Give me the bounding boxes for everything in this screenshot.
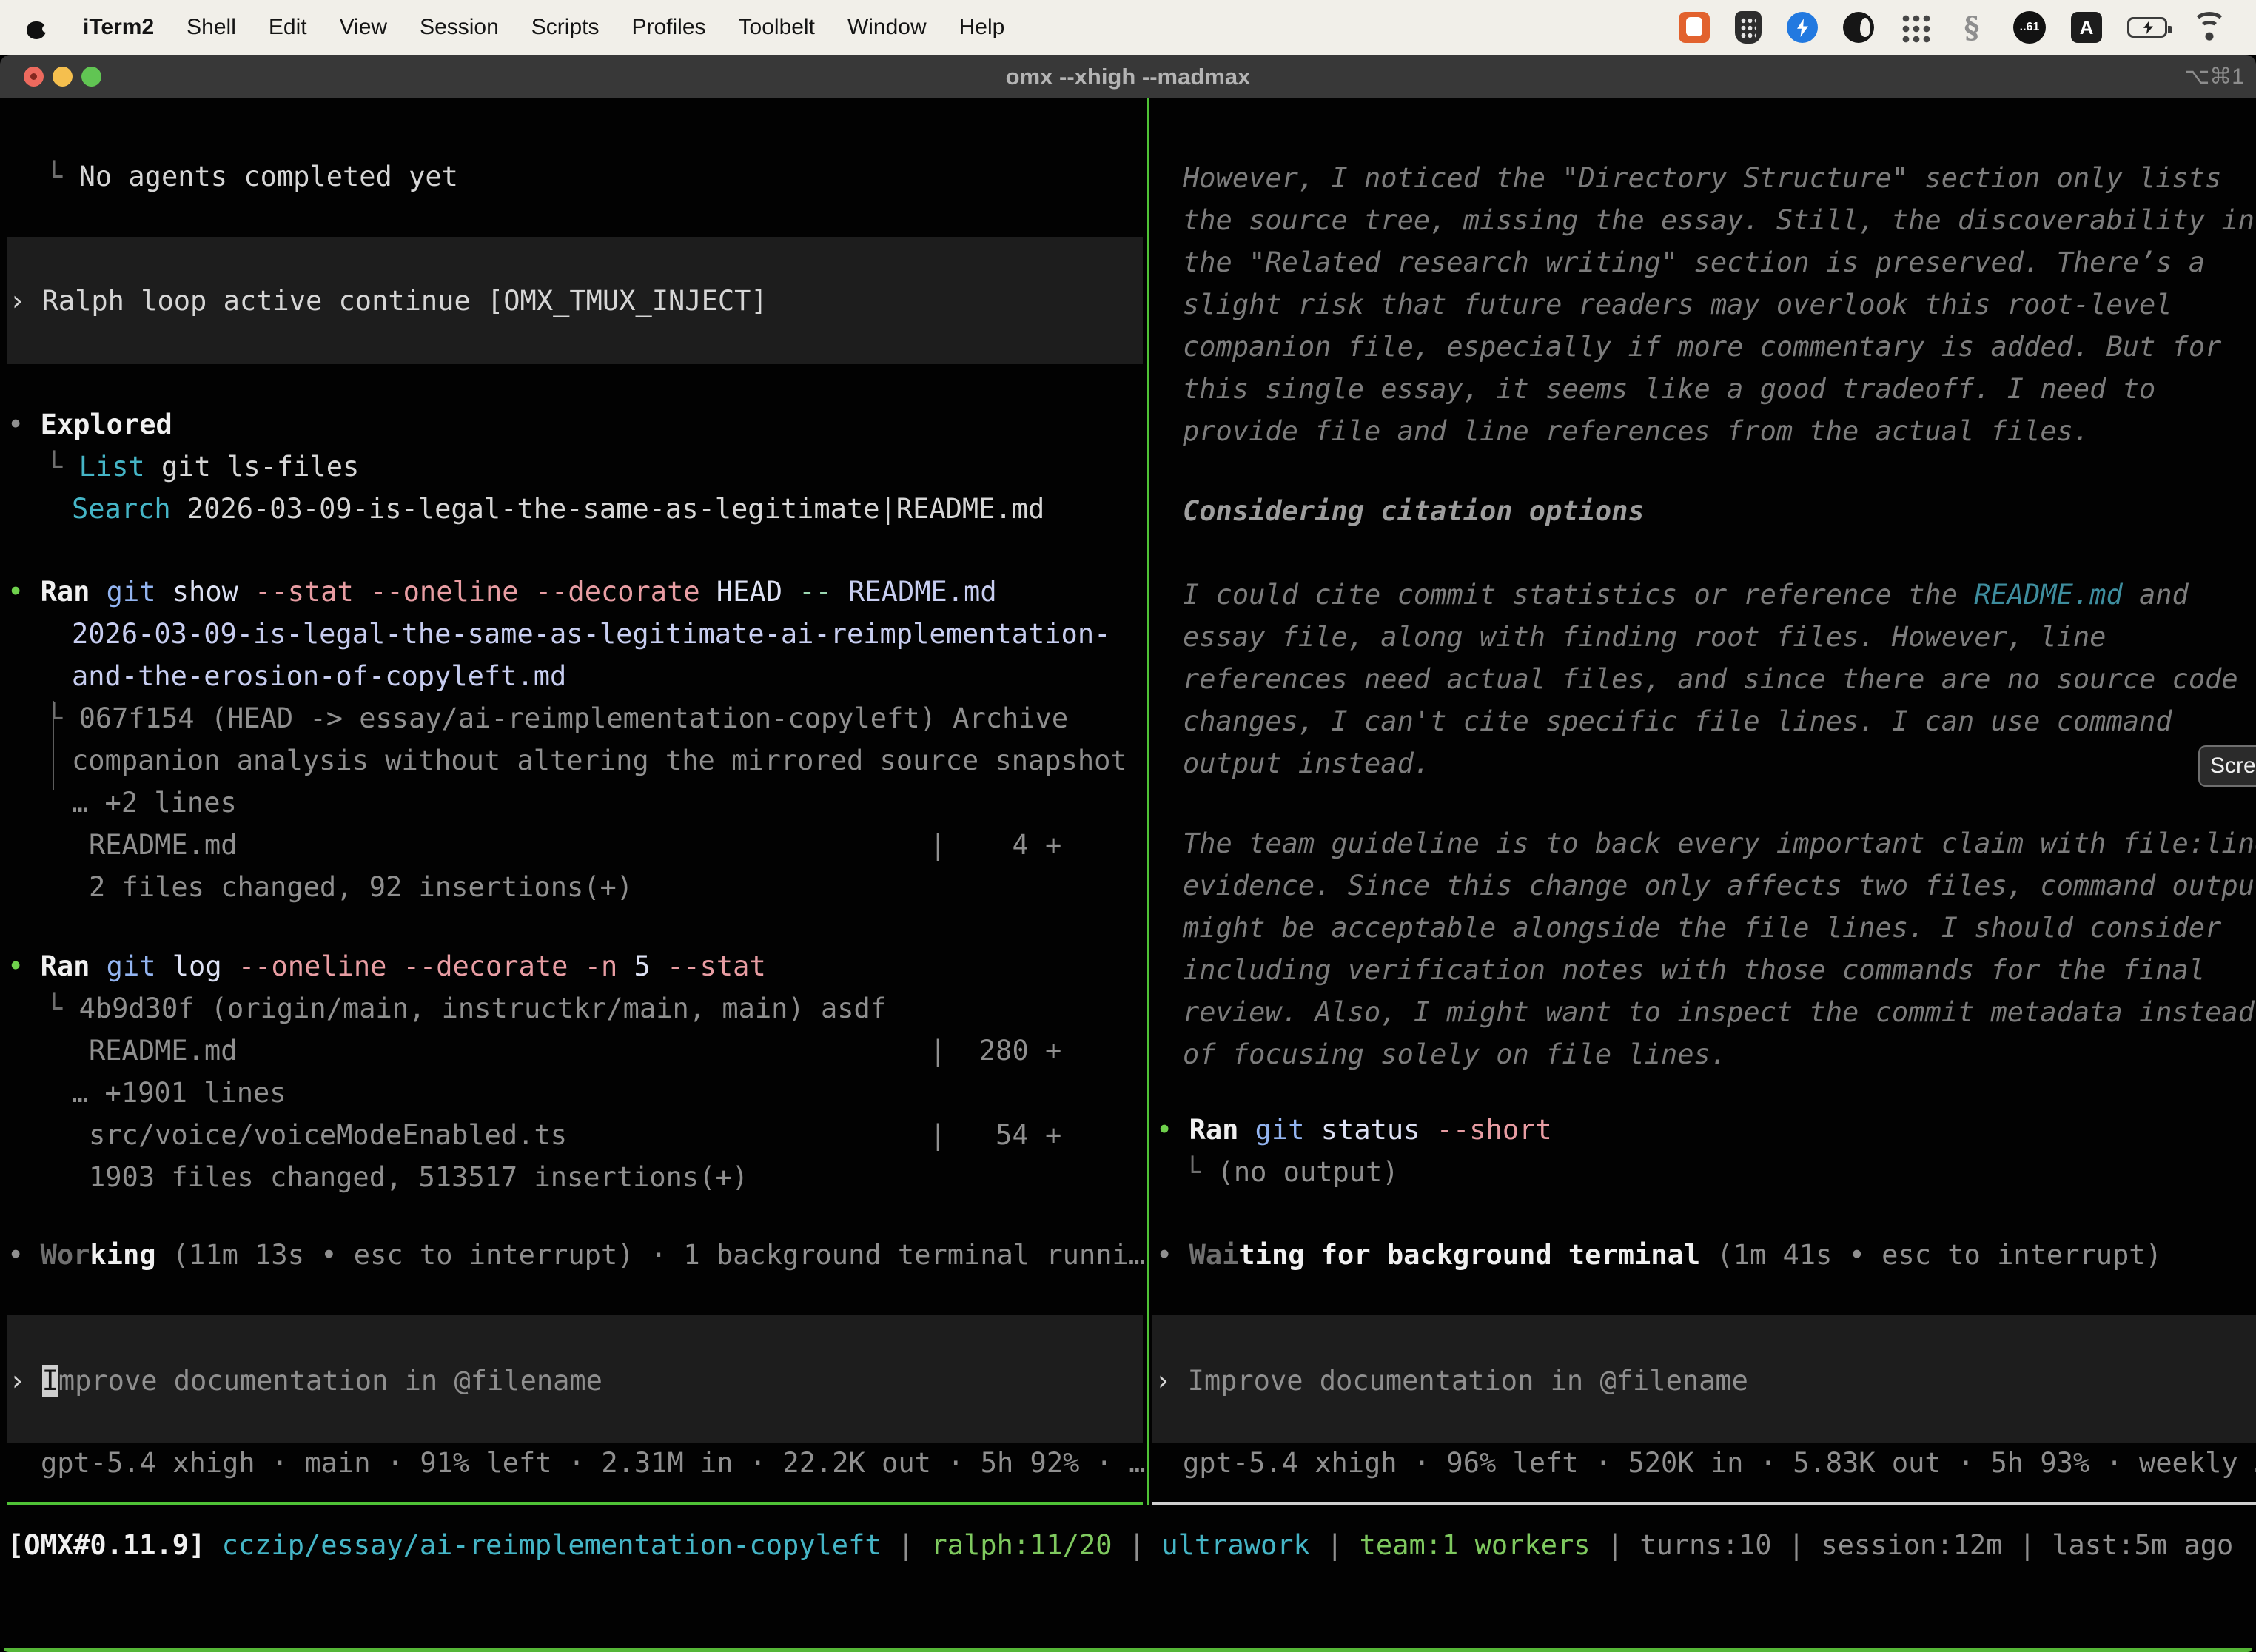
text-segment: [OMX#0.11.9] <box>7 1529 222 1561</box>
screen-share-tooltip[interactable]: Scre <box>2198 745 2256 787</box>
menu-item-profiles[interactable]: Profiles <box>631 15 705 40</box>
omx-status-line: [OMX#0.11.9] cczip/essay/ai-reimplementa… <box>7 1525 2233 1566</box>
tmux-status-bar: [omx-cczip0:bash* "MacBook-Pro-44.local"… <box>4 1648 2252 1652</box>
icon-label: ..61 <box>2020 21 2040 34</box>
menu-item-session[interactable]: Session <box>420 15 499 40</box>
icon-label: A <box>2080 16 2094 39</box>
screenshot-capture-icon[interactable] <box>1679 12 1710 43</box>
menu-item-view[interactable]: View <box>340 15 387 40</box>
apple-menu-icon[interactable] <box>27 16 46 39</box>
shield-grid-icon[interactable] <box>1735 11 1762 44</box>
menu-status-icons: ..61 A <box>1679 11 2256 44</box>
text-segment: | <box>1310 1529 1360 1561</box>
menu-item-help[interactable]: Help <box>959 15 1005 40</box>
text-segment: ultrawork <box>1161 1529 1309 1561</box>
window-title: omx --xhigh --madmax <box>0 55 2256 98</box>
blue-wave-icon[interactable] <box>1787 12 1818 43</box>
input-source-icon[interactable]: A <box>2071 12 2102 43</box>
text-segment: ralph:11/20 <box>930 1529 1112 1561</box>
count-badge-icon[interactable]: ..61 <box>2013 11 2046 44</box>
battery-icon[interactable] <box>2127 17 2167 38</box>
menu-item-window[interactable]: Window <box>847 15 927 40</box>
text-segment: | <box>882 1529 931 1561</box>
menu-item-iterm2[interactable]: iTerm2 <box>83 15 154 40</box>
text-segment: | <box>1112 1529 1162 1561</box>
pie-crescent-icon[interactable] <box>1843 12 1874 43</box>
menu-left: iTerm2 Shell Edit View Session Scripts Profile… <box>0 15 1004 40</box>
window-shortcut-badge: ⌥⌘1 <box>2184 55 2244 98</box>
omx-status-bar: [OMX#0.11.9] cczip/essay/ai-reimplementa… <box>0 98 2256 1652</box>
menu-item-edit[interactable]: Edit <box>269 15 307 40</box>
text-segment: team:1 workers <box>1360 1529 1591 1561</box>
menu-item-scripts[interactable]: Scripts <box>531 15 600 40</box>
menu-item-toolbelt[interactable]: Toolbelt <box>739 15 815 40</box>
iterm-window: omx --xhigh --madmax ⌥⌘1 └ No agents com… <box>0 55 2256 1652</box>
title-bar[interactable]: omx --xhigh --madmax ⌥⌘1 <box>0 55 2256 98</box>
wifi-icon[interactable] <box>2192 13 2226 41</box>
terminal-area: └ No agents completed yet› Ralph loop ac… <box>0 98 2256 1652</box>
menu-bar: iTerm2 Shell Edit View Session Scripts Profile… <box>0 0 2256 55</box>
scroll-s-icon[interactable] <box>1955 11 1988 44</box>
menu-item-shell[interactable]: Shell <box>187 15 236 40</box>
text-segment: | turns:10 | session:12m | last:5m ago <box>1591 1529 2234 1561</box>
text-segment: cczip/essay/ai-reimplementation-copyleft <box>222 1529 882 1561</box>
dots-grid-icon[interactable] <box>1899 12 1930 43</box>
